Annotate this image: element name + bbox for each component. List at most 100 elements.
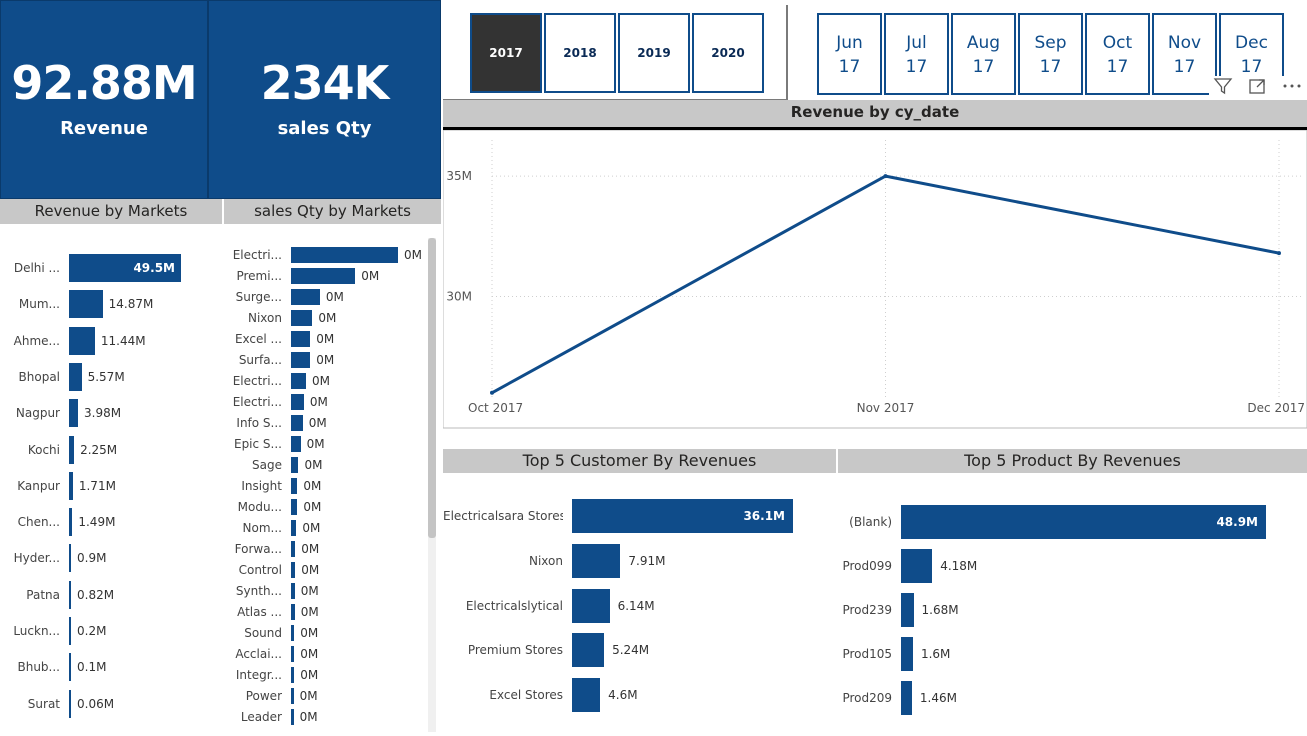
scrollbar-thumb[interactable] xyxy=(428,238,436,538)
bar[interactable] xyxy=(69,399,78,428)
qty-markets-scrollbar[interactable] xyxy=(428,238,436,732)
bar[interactable] xyxy=(69,544,72,573)
bar[interactable] xyxy=(291,352,311,368)
top-customer-header: Top 5 Customer By Revenues xyxy=(443,449,836,473)
bar-value: 0M xyxy=(308,416,327,430)
bar[interactable] xyxy=(291,625,295,641)
month-button-oct[interactable]: Oct 17 xyxy=(1085,13,1150,95)
year-button-2017[interactable]: 2017 xyxy=(470,13,542,93)
bar[interactable] xyxy=(69,617,71,645)
bar[interactable] xyxy=(291,310,313,326)
bar-label: Nixon xyxy=(248,311,282,325)
bar[interactable] xyxy=(291,289,320,305)
bar[interactable] xyxy=(69,362,82,391)
top-customer-chart[interactable]: Electricalsara Stores 36.1M Nixon 7.91M Elec… xyxy=(443,490,836,730)
bar-value: 0M xyxy=(325,290,344,304)
year-button-2019[interactable]: 2019 xyxy=(618,13,690,93)
bar[interactable] xyxy=(69,508,73,537)
bar-value: 11.44M xyxy=(100,333,146,348)
bar[interactable] xyxy=(572,588,610,623)
more-options-icon[interactable] xyxy=(1279,76,1305,98)
revenue-by-date-chart[interactable]: 30M 35M Oct 2017 Nov 2017 Dec 2017 xyxy=(443,130,1307,430)
bar[interactable] xyxy=(291,373,306,389)
bar[interactable] xyxy=(291,478,298,494)
bar-label: Nom... xyxy=(242,521,282,535)
filter-icon[interactable] xyxy=(1212,76,1234,98)
line-chart-header: Revenue by cy_date xyxy=(443,100,1307,130)
bar[interactable] xyxy=(291,436,301,452)
bar[interactable] xyxy=(901,681,912,715)
month-button-aug[interactable]: Aug 17 xyxy=(951,13,1016,95)
month-button-nov[interactable]: Nov 17 xyxy=(1152,13,1217,95)
bar[interactable] xyxy=(291,331,311,347)
visual-toolbar xyxy=(1209,76,1307,98)
bar-value: 1.49M xyxy=(78,515,116,530)
top-product-header: Top 5 Product By Revenues xyxy=(838,449,1307,473)
bar[interactable] xyxy=(69,653,71,682)
bar-label: Info S... xyxy=(236,416,282,430)
bar[interactable] xyxy=(291,667,295,683)
bar[interactable] xyxy=(291,688,294,704)
bar[interactable] xyxy=(901,549,933,583)
bar[interactable] xyxy=(291,646,295,662)
bar-value: 0M xyxy=(303,500,322,514)
bar-value: 36.1M xyxy=(743,509,785,523)
bar[interactable] xyxy=(69,689,71,718)
bar-label: Mum... xyxy=(18,297,60,312)
bar[interactable] xyxy=(69,435,75,464)
chart-frame xyxy=(443,130,1307,429)
month-name: Oct xyxy=(1102,33,1133,53)
sales-qty-card[interactable]: 234K sales Qty xyxy=(208,0,441,199)
bar-label: Electri... xyxy=(232,395,282,409)
bar[interactable] xyxy=(291,415,303,431)
data-point[interactable] xyxy=(883,174,888,179)
bar[interactable] xyxy=(291,583,295,599)
bar-label: Modu... xyxy=(237,500,282,514)
bar[interactable] xyxy=(901,593,914,627)
bar[interactable] xyxy=(572,543,621,578)
bar-label: Nixon xyxy=(529,553,563,568)
bar[interactable] xyxy=(291,520,297,536)
bar[interactable] xyxy=(69,326,95,355)
bar[interactable] xyxy=(901,637,913,671)
revenue-card[interactable]: 92.88M Revenue xyxy=(0,0,208,199)
bar[interactable] xyxy=(291,247,398,263)
bar-label: Insight xyxy=(241,479,282,493)
bar[interactable] xyxy=(291,394,304,410)
revenue-value: 92.88M xyxy=(11,56,197,110)
bar-value: 48.9M xyxy=(1216,515,1258,529)
top-product-chart[interactable]: (Blank) 48.9M Prod099 4.18M Prod239 1.68M Prod… xyxy=(838,498,1307,730)
bar-label: Electricalsara Stores xyxy=(443,509,563,523)
year-button-2020[interactable]: 2020 xyxy=(692,13,764,93)
bar-value: 0M xyxy=(309,395,328,409)
month-button-jul[interactable]: Jul 17 xyxy=(884,13,949,95)
bar[interactable] xyxy=(291,457,299,473)
month-button-sep[interactable]: Sep 17 xyxy=(1018,13,1083,95)
bar-label: Bhub... xyxy=(17,660,60,675)
bar[interactable] xyxy=(69,290,103,319)
year-button-2018[interactable]: 2018 xyxy=(544,13,616,93)
bar-label: Prod099 xyxy=(842,559,892,573)
bar[interactable] xyxy=(69,580,71,609)
month-name: Jun xyxy=(836,33,863,53)
month-button-jun[interactable]: Jun 17 xyxy=(817,13,882,95)
month-year: 17 xyxy=(1106,57,1129,77)
bar[interactable] xyxy=(572,678,601,713)
data-point[interactable] xyxy=(490,390,494,395)
revenue-by-markets-header: Revenue by Markets xyxy=(0,199,222,224)
bar[interactable] xyxy=(291,604,295,620)
focus-mode-icon[interactable] xyxy=(1246,76,1268,98)
bar[interactable] xyxy=(291,709,294,725)
bar[interactable] xyxy=(291,562,296,578)
bar-label: Surat xyxy=(27,696,60,711)
bar-value: 0M xyxy=(316,332,335,346)
bar[interactable] xyxy=(291,541,296,557)
qty-by-markets-chart[interactable]: Electri... 0M Premi... 0M Surge... 0M Nixon 0M E… xyxy=(224,230,427,730)
data-point[interactable] xyxy=(1277,251,1281,256)
bar[interactable] xyxy=(69,471,73,500)
bar[interactable] xyxy=(291,499,298,515)
bar[interactable] xyxy=(572,633,605,668)
bar-value: 0M xyxy=(304,458,323,472)
bar[interactable] xyxy=(291,268,356,284)
revenue-by-markets-chart[interactable]: Delhi ... 49.5M Mum... 14.87M Ahme... 11.44M B… xyxy=(0,230,222,730)
